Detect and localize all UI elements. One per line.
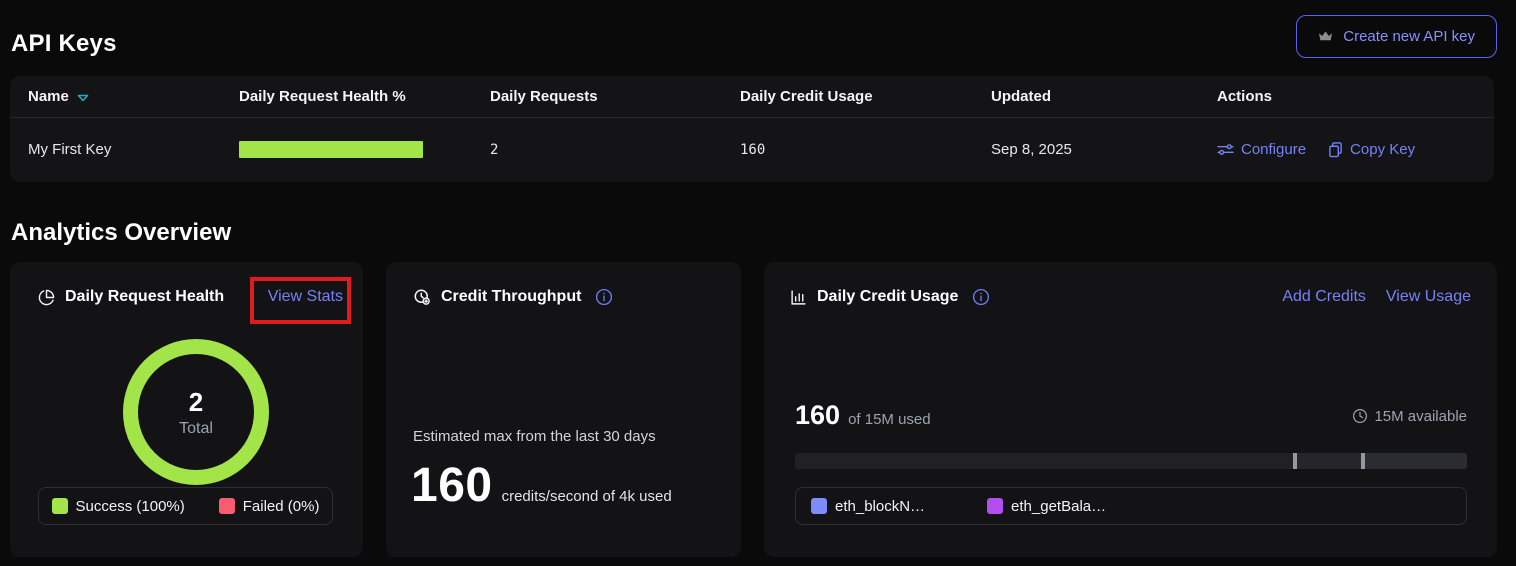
clock-icon bbox=[1352, 408, 1368, 424]
create-api-key-button[interactable]: Create new API key bbox=[1296, 15, 1497, 58]
throughput-value: 160 bbox=[411, 458, 493, 513]
column-header-name[interactable]: Name bbox=[28, 88, 239, 105]
progress-segment-mid bbox=[1295, 453, 1363, 469]
row-actions: Configure Copy Key bbox=[1217, 141, 1494, 158]
usage-legend: eth_blockN… eth_getBala… bbox=[795, 487, 1467, 525]
eth-getbalance-swatch bbox=[987, 498, 1003, 514]
progress-segment-right bbox=[1363, 453, 1467, 469]
create-api-key-label: Create new API key bbox=[1343, 28, 1475, 45]
column-header-health: Daily Request Health % bbox=[239, 88, 490, 105]
throughput-value-row: 160 credits/second of 4k used bbox=[411, 458, 721, 513]
configure-button[interactable]: Configure bbox=[1217, 141, 1306, 158]
legend-item-success: Success (100%) bbox=[52, 498, 185, 515]
copy-key-button[interactable]: Copy Key bbox=[1328, 141, 1415, 158]
table-header-row: Name Daily Request Health % Daily Reques… bbox=[10, 76, 1494, 118]
gauge-icon bbox=[413, 288, 431, 306]
add-credits-link[interactable]: Add Credits bbox=[1282, 288, 1366, 306]
credits-used-value: 160 bbox=[795, 400, 840, 431]
health-legend: Success (100%) Failed (0%) bbox=[38, 487, 333, 525]
credits-available: 15M available bbox=[1352, 408, 1467, 425]
success-swatch bbox=[52, 498, 68, 514]
view-stats-link[interactable]: View Stats bbox=[268, 288, 343, 306]
request-health-donut-chart: 2 Total bbox=[123, 339, 269, 485]
throughput-subtitle: Estimated max from the last 30 days bbox=[413, 428, 656, 445]
donut-total-value: 2 bbox=[189, 387, 203, 418]
credit-throughput-card: Credit Throughput Estimated max from the… bbox=[386, 262, 741, 557]
usage-summary-row: 160 of 15M used 15M available bbox=[795, 400, 1467, 431]
crown-icon bbox=[1318, 30, 1333, 43]
column-header-requests: Daily Requests bbox=[490, 88, 740, 105]
bar-chart-icon bbox=[790, 289, 807, 306]
page-title: API Keys bbox=[11, 30, 117, 58]
health-card-title: Daily Request Health bbox=[65, 288, 224, 306]
daily-requests-value: 2 bbox=[490, 142, 740, 158]
view-usage-link[interactable]: View Usage bbox=[1386, 288, 1471, 306]
credit-usage-progress-bar bbox=[795, 453, 1467, 469]
api-key-name: My First Key bbox=[28, 141, 239, 158]
failed-swatch bbox=[219, 498, 235, 514]
health-bar-cell bbox=[239, 141, 490, 158]
api-keys-table: Name Daily Request Health % Daily Reques… bbox=[10, 76, 1494, 182]
throughput-unit: credits/second of 4k used bbox=[502, 488, 672, 505]
credits-available-label: 15M available bbox=[1374, 408, 1467, 425]
sliders-icon bbox=[1217, 142, 1234, 157]
column-header-updated: Updated bbox=[991, 88, 1217, 105]
daily-request-health-card: Daily Request Health View Stats 2 Total … bbox=[10, 262, 363, 557]
updated-value: Sep 8, 2025 bbox=[991, 141, 1217, 158]
column-header-credit-usage: Daily Credit Usage bbox=[740, 88, 991, 105]
daily-credit-usage-value: 160 bbox=[740, 142, 991, 158]
pie-chart-icon bbox=[38, 289, 55, 306]
progress-tick-marker bbox=[1293, 453, 1297, 469]
legend-item-eth-getbalance: eth_getBala… bbox=[987, 498, 1106, 515]
progress-tick-marker bbox=[1361, 453, 1365, 469]
copy-icon bbox=[1328, 142, 1343, 158]
legend-item-eth-blocknumber: eth_blockN… bbox=[811, 498, 925, 515]
table-row: My First Key 2 160 Sep 8, 2025 Configure… bbox=[10, 118, 1494, 181]
health-bar bbox=[239, 141, 423, 158]
info-icon[interactable] bbox=[595, 288, 613, 306]
eth-blocknumber-swatch bbox=[811, 498, 827, 514]
sort-chevron-icon[interactable] bbox=[77, 94, 89, 102]
donut-total-label: Total bbox=[179, 420, 213, 438]
column-header-actions: Actions bbox=[1217, 88, 1494, 105]
credits-used-label: of 15M used bbox=[848, 411, 931, 428]
throughput-card-title: Credit Throughput bbox=[441, 288, 581, 306]
daily-credit-usage-card: Daily Credit Usage Add Credits View Usag… bbox=[764, 262, 1497, 557]
analytics-overview-title: Analytics Overview bbox=[11, 219, 231, 247]
legend-item-failed: Failed (0%) bbox=[219, 498, 320, 515]
usage-card-title: Daily Credit Usage bbox=[817, 288, 958, 306]
info-icon[interactable] bbox=[972, 288, 990, 306]
